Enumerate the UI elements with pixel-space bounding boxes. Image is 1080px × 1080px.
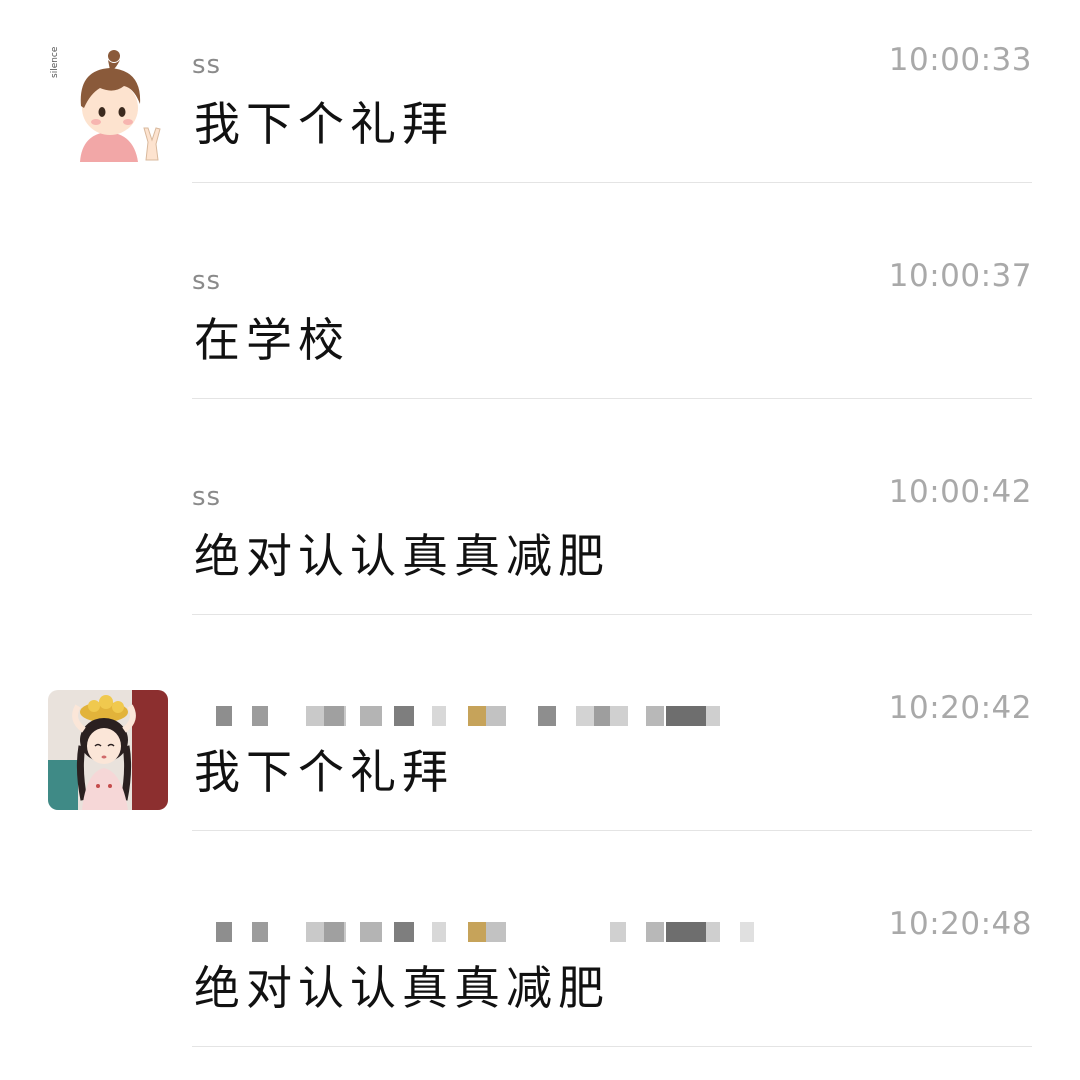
message-text[interactable]: 在学校: [194, 304, 350, 370]
divider: [192, 830, 1032, 831]
avatar-caption: silence: [50, 46, 60, 78]
message-row[interactable]: ss 10:00:37 在学校: [0, 216, 1080, 432]
sender-name: ss: [192, 50, 222, 80]
message-row[interactable]: silence ss 10:00:33 我下个礼拜: [0, 0, 1080, 216]
message-text[interactable]: 绝对认认真真减肥: [194, 520, 610, 586]
redacted-sender-name: [196, 914, 756, 950]
message-row[interactable]: ss 10:00:42 绝对认认真真减肥: [0, 432, 1080, 648]
message-time: 10:00:42: [888, 474, 1032, 510]
divider: [192, 182, 1032, 183]
message-time: 10:00:33: [888, 42, 1032, 78]
message-row[interactable]: 10:20:42 我下个礼拜: [0, 648, 1080, 864]
avatar[interactable]: silence: [48, 42, 168, 162]
message-time: 10:00:37: [888, 258, 1032, 294]
message-time: 10:20:48: [888, 906, 1032, 942]
sender-name: ss: [192, 266, 222, 296]
avatar[interactable]: [48, 690, 168, 810]
message-text[interactable]: 我下个礼拜: [194, 88, 454, 154]
sender-name: ss: [192, 482, 222, 512]
message-text[interactable]: 绝对认认真真减肥: [194, 952, 610, 1018]
redacted-sender-name: [196, 698, 756, 734]
divider: [192, 614, 1032, 615]
girl-avatar-icon: [48, 690, 168, 810]
message-time: 10:20:42: [888, 690, 1032, 726]
divider: [192, 1046, 1032, 1047]
message-row[interactable]: 10:20:48 绝对认认真真减肥: [0, 864, 1080, 1080]
boy-avatar-icon: [48, 42, 168, 162]
divider: [192, 398, 1032, 399]
message-text[interactable]: 我下个礼拜: [194, 736, 454, 802]
